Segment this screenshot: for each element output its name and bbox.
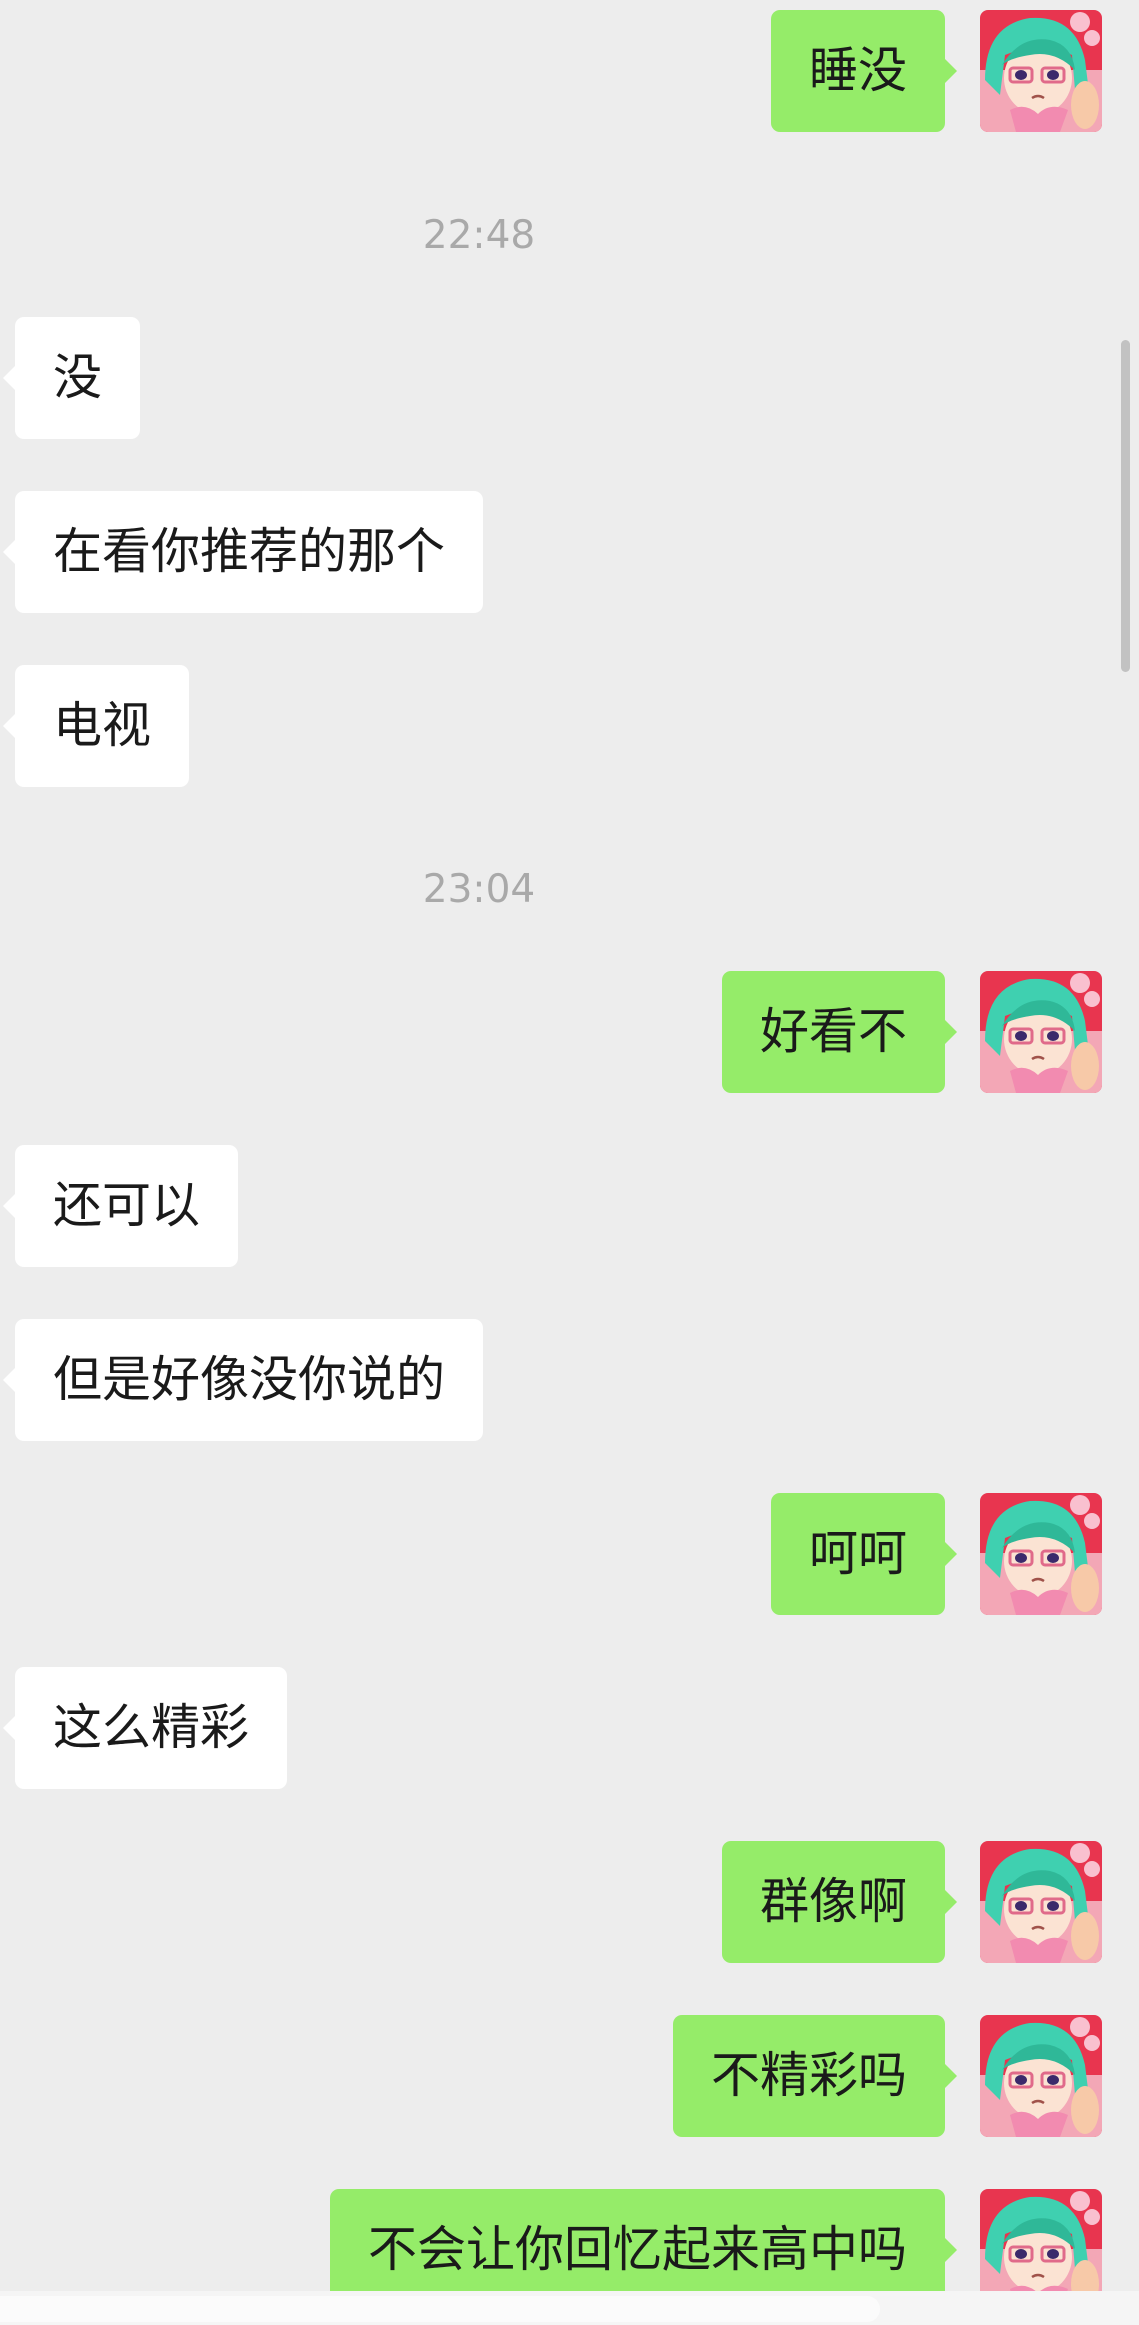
avatar[interactable] <box>980 971 1102 1093</box>
incoming-message: 没 <box>0 317 1139 439</box>
message-bubble[interactable]: 不精彩吗 <box>672 2015 958 2137</box>
message-bubble[interactable]: 这么精彩 <box>2 1667 288 1789</box>
outgoing-message: 好看不 <box>0 971 1139 1093</box>
input-field-edge[interactable] <box>0 2296 880 2322</box>
timestamp: 23:04 <box>422 867 536 912</box>
message-bubble[interactable]: 还可以 <box>2 1145 239 1267</box>
message-bubble[interactable]: 没 <box>2 317 141 439</box>
incoming-message: 电视 <box>0 665 1139 787</box>
chat-message-list[interactable]: 睡没 22:48 没在看你推荐的那个 电视 23:04 好看不还可以但是好像没你说的呵呵这… <box>0 0 1139 2325</box>
incoming-message: 这么精彩 <box>0 1667 1139 1789</box>
avatar[interactable] <box>980 2015 1102 2137</box>
scrollbar[interactable] <box>1121 340 1130 672</box>
incoming-message: 还可以 <box>0 1145 1139 1267</box>
message-bubble[interactable]: 在看你推荐的那个 <box>2 491 484 613</box>
outgoing-message: 不精彩吗 <box>0 2015 1139 2137</box>
timestamp: 22:48 <box>422 213 536 258</box>
outgoing-message: 群像啊 <box>0 1841 1139 1963</box>
message-bubble[interactable]: 但是好像没你说的 <box>2 1319 484 1441</box>
outgoing-message: 睡没 <box>0 10 1139 132</box>
message-bubble[interactable]: 呵呵 <box>770 1493 958 1615</box>
incoming-message: 在看你推荐的那个 <box>0 491 1139 613</box>
message-bubble[interactable]: 睡没 <box>770 10 958 132</box>
anime-girl-avatar-icon <box>980 1841 1102 1963</box>
anime-girl-avatar-icon <box>980 2015 1102 2137</box>
anime-girl-avatar-icon <box>980 971 1102 1093</box>
incoming-message: 但是好像没你说的 <box>0 1319 1139 1441</box>
message-bubble[interactable]: 电视 <box>2 665 190 787</box>
avatar[interactable] <box>980 1493 1102 1615</box>
avatar[interactable] <box>980 1841 1102 1963</box>
message-bubble[interactable]: 群像啊 <box>721 1841 958 1963</box>
message-bubble[interactable]: 好看不 <box>721 971 958 1093</box>
outgoing-message: 呵呵 <box>0 1493 1139 1615</box>
avatar[interactable] <box>980 10 1102 132</box>
anime-girl-avatar-icon <box>980 1493 1102 1615</box>
anime-girl-avatar-icon <box>980 10 1102 132</box>
